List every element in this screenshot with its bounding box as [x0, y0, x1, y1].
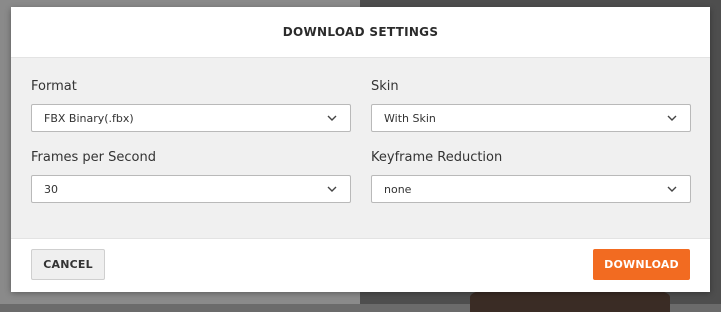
chevron-down-icon [326, 112, 338, 124]
download-settings-dialog: DOWNLOAD SETTINGS Format FBX Binary(.fbx… [11, 7, 710, 292]
dialog-header: DOWNLOAD SETTINGS [11, 7, 710, 58]
format-label: Format [31, 79, 77, 94]
skin-select[interactable]: With Skin [371, 104, 691, 132]
format-select-value: FBX Binary(.fbx) [44, 111, 134, 125]
keyframe-reduction-select-value: none [384, 182, 412, 196]
skin-select-value: With Skin [384, 111, 436, 125]
chevron-down-icon [326, 183, 338, 195]
fps-select[interactable]: 30 [31, 175, 351, 203]
skin-label: Skin [371, 79, 399, 94]
dialog-title: DOWNLOAD SETTINGS [282, 25, 439, 39]
fps-select-value: 30 [44, 182, 58, 196]
cancel-button[interactable]: CANCEL [31, 249, 105, 280]
format-select[interactable]: FBX Binary(.fbx) [31, 104, 351, 132]
keyframe-reduction-select[interactable]: none [371, 175, 691, 203]
chevron-down-icon [666, 183, 678, 195]
keyframe-reduction-label: Keyframe Reduction [371, 150, 503, 165]
dialog-footer: CANCEL DOWNLOAD [11, 238, 710, 292]
dialog-body: Format FBX Binary(.fbx) Skin With Skin F… [11, 58, 710, 238]
download-button[interactable]: DOWNLOAD [593, 249, 690, 280]
chevron-down-icon [666, 112, 678, 124]
fps-label: Frames per Second [31, 150, 156, 165]
